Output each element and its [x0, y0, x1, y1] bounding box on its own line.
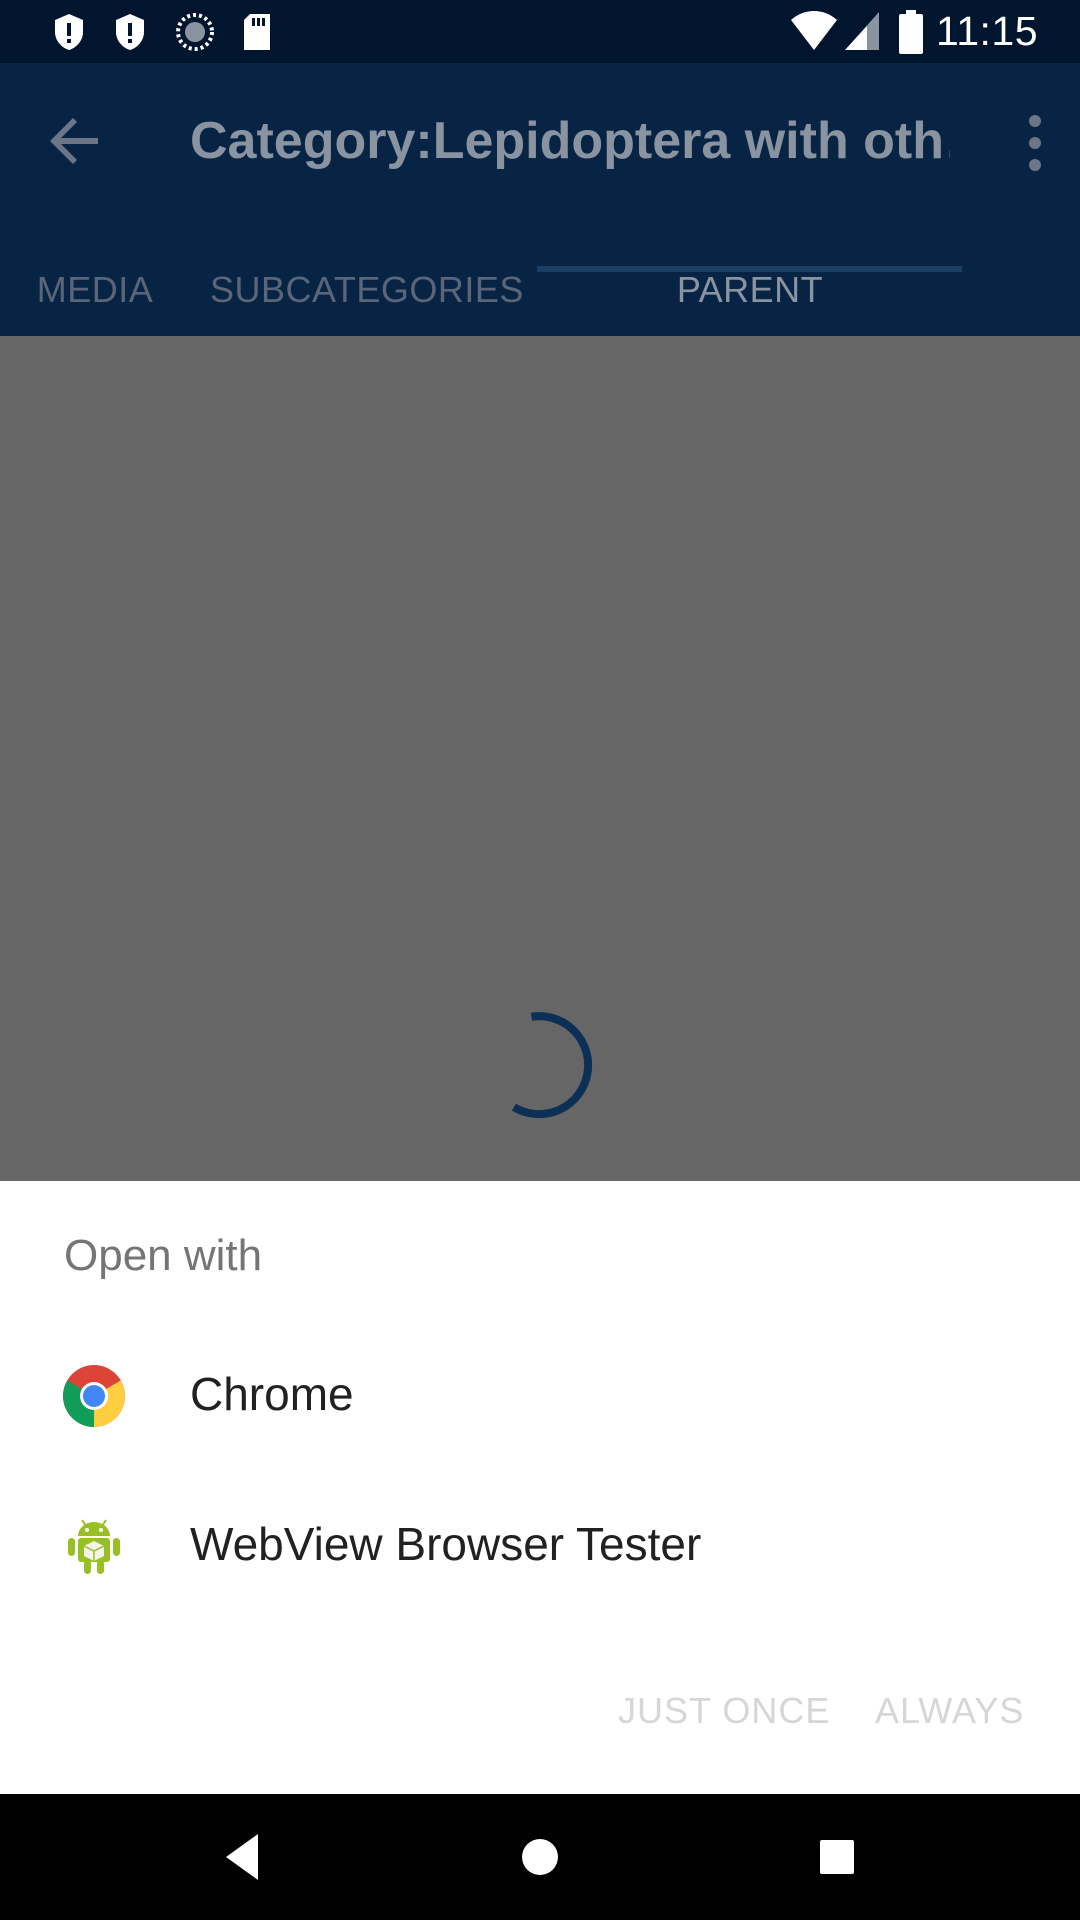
shield-alert-icon — [116, 14, 144, 50]
android-icon — [68, 1519, 120, 1574]
shield-alert-icon — [55, 14, 83, 50]
arrow-back-icon[interactable] — [42, 108, 108, 174]
signal-icon — [845, 12, 879, 50]
app-bar: Category:Lepidoptera with oth… MEDIA SUB… — [0, 63, 1080, 403]
wifi-icon — [791, 11, 837, 50]
nav-back-icon[interactable] — [210, 1824, 276, 1890]
tab-indicator — [537, 266, 962, 272]
navigation-bar — [0, 1794, 1080, 1920]
nav-recents-icon[interactable] — [804, 1824, 870, 1890]
sync-progress-icon — [176, 13, 214, 51]
app-option-label: WebView Browser Tester — [190, 1518, 702, 1570]
sheet-actions: JUST ONCE ALWAYS — [0, 1661, 1080, 1761]
open-with-sheet: Open with Chrome WebView Browser Tester … — [0, 1181, 1080, 1794]
app-option-webview-tester[interactable]: WebView Browser Tester — [0, 1471, 1080, 1621]
sheet-title: Open with — [64, 1231, 263, 1280]
tab-bar: MEDIA SUBCATEGORIES PARENT CATEGORIES — [0, 243, 1080, 403]
tab-subcategories[interactable]: SUBCATEGORIES — [210, 243, 523, 336]
tab-parent-categories[interactable]: PARENT CATEGORIES — [560, 243, 940, 403]
more-vert-icon[interactable] — [1010, 108, 1060, 178]
just-once-button[interactable]: JUST ONCE — [618, 1661, 830, 1761]
sd-card-icon — [244, 14, 270, 50]
chrome-icon — [63, 1365, 125, 1427]
tab-media[interactable]: MEDIA — [30, 243, 160, 336]
status-bar: 11:15 — [0, 0, 1080, 63]
nav-home-icon[interactable] — [507, 1824, 573, 1890]
always-button[interactable]: ALWAYS — [875, 1661, 1024, 1761]
app-option-chrome[interactable]: Chrome — [0, 1321, 1080, 1471]
status-time: 11:15 — [935, 8, 1038, 54]
app-option-label: Chrome — [190, 1368, 354, 1420]
page-title: Category:Lepidoptera with oth… — [190, 112, 950, 170]
loading-spinner-icon — [511, 1012, 593, 1119]
battery-icon — [899, 10, 923, 54]
